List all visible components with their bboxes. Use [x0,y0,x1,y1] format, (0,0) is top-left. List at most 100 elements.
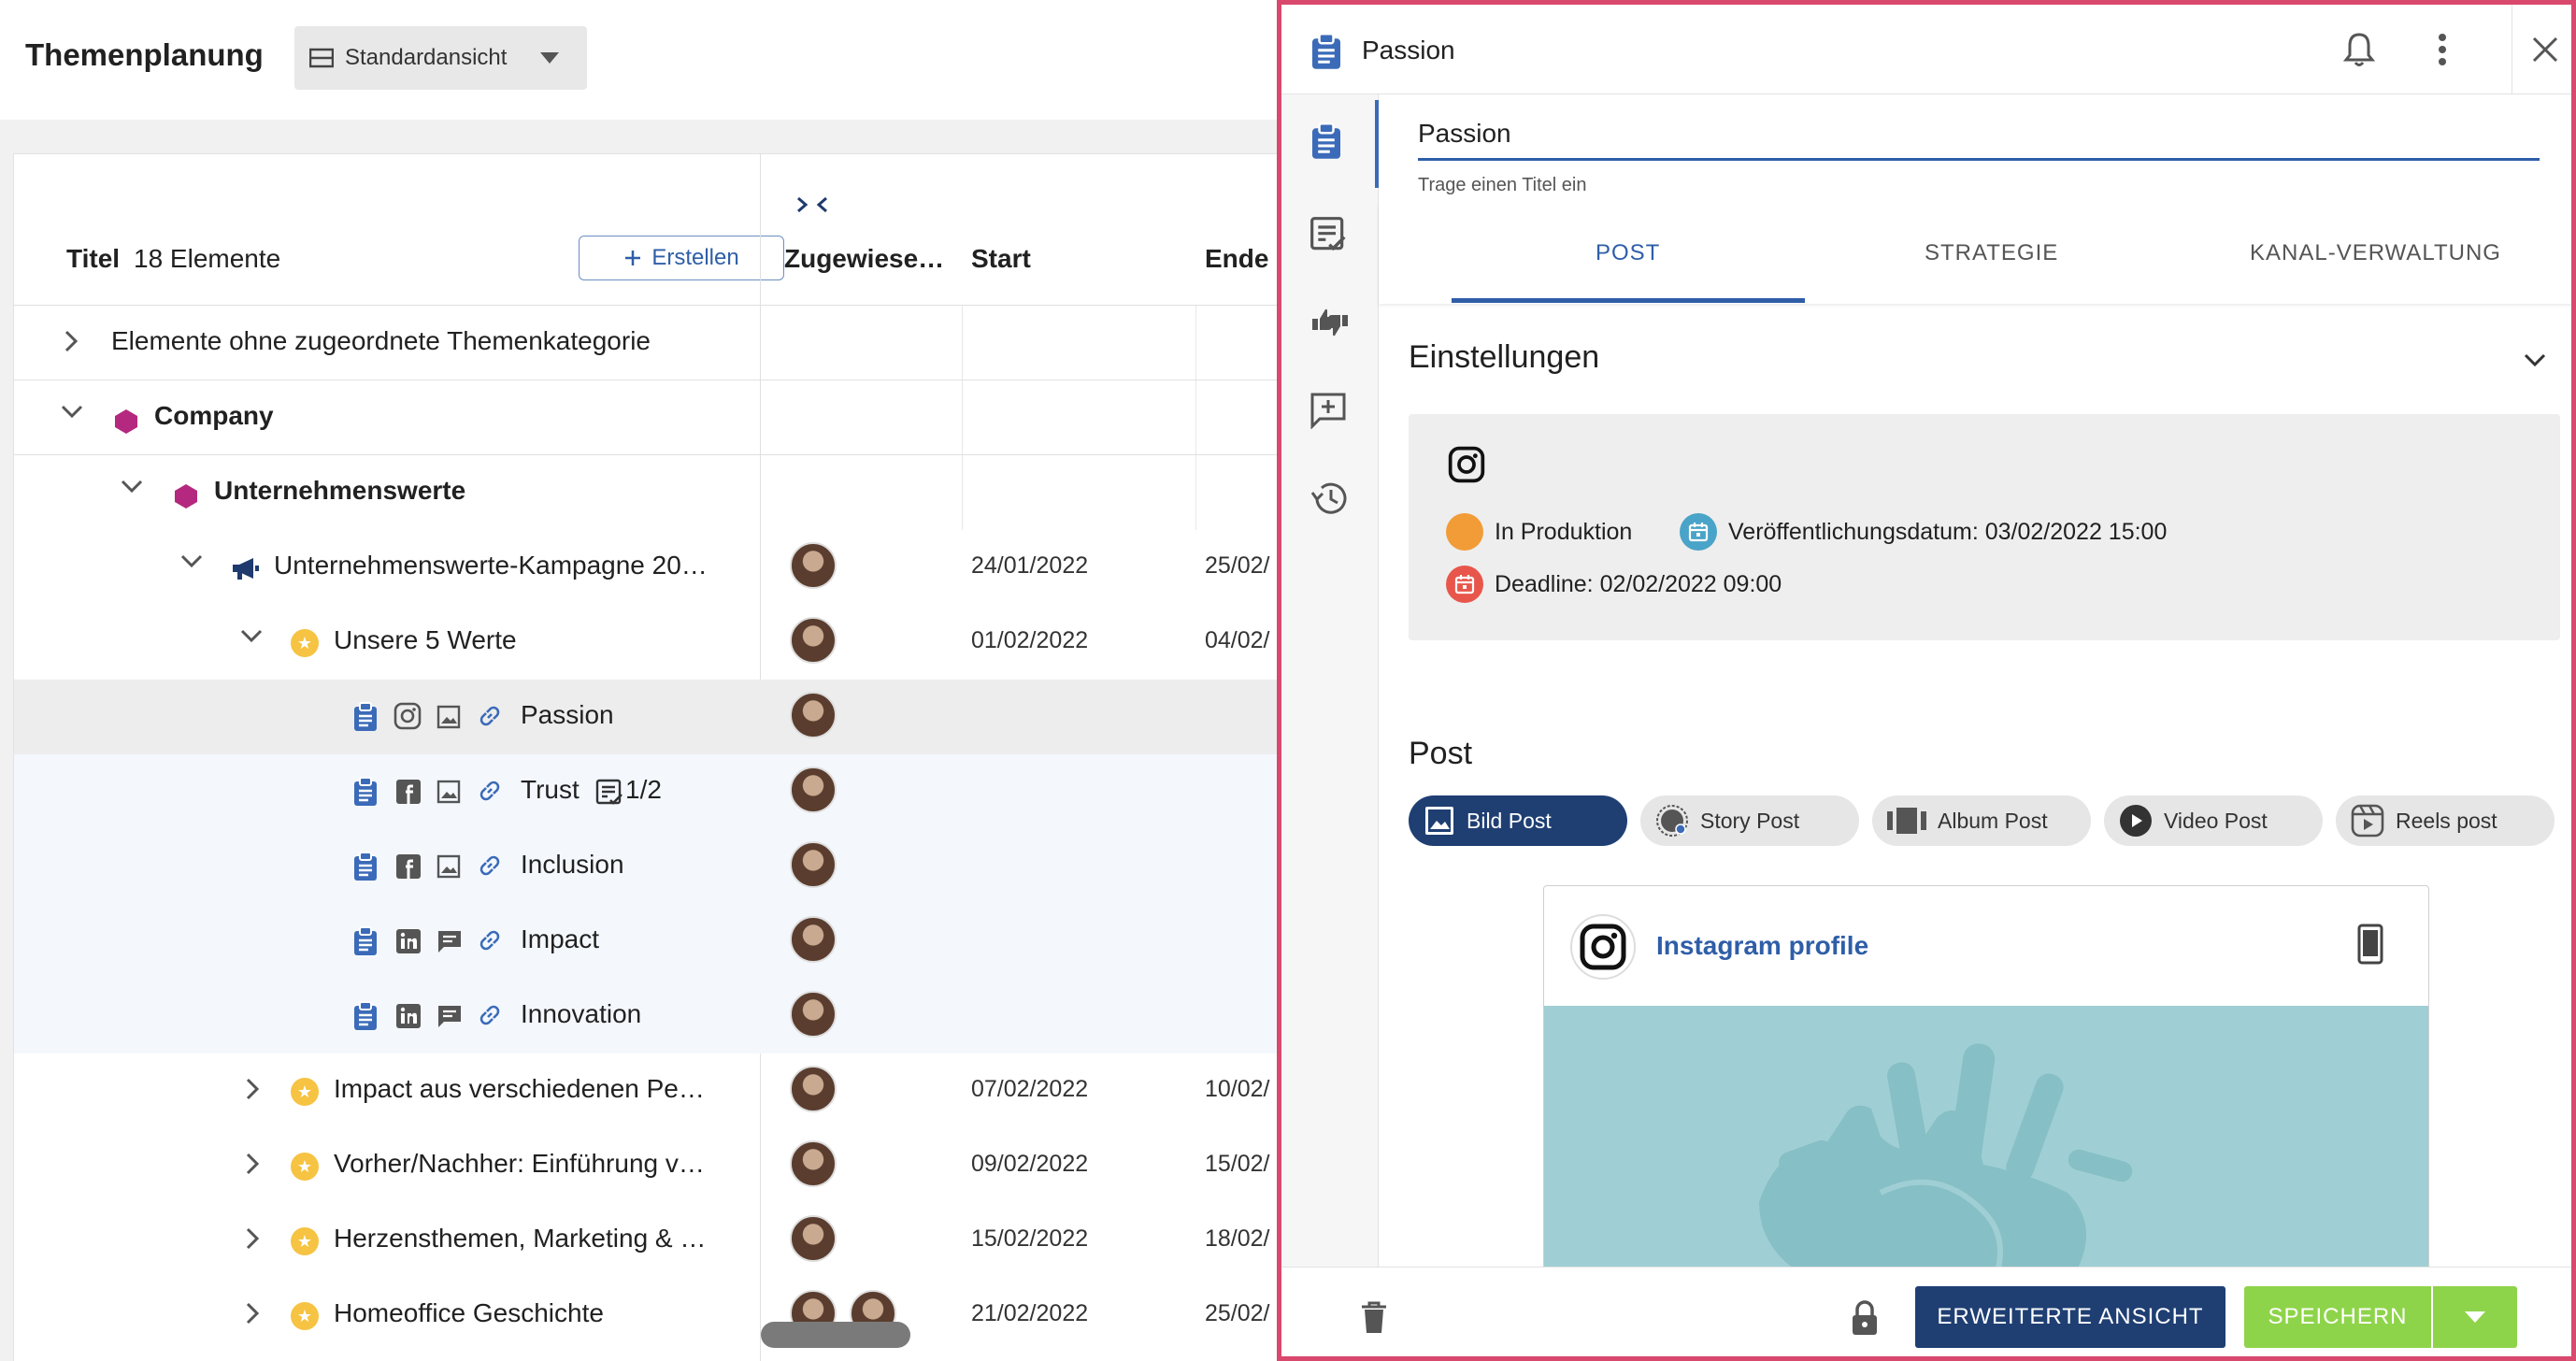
chevron-right-icon[interactable] [244,1225,261,1252]
avatar[interactable] [790,841,837,888]
settings-title: Einstellungen [1409,339,1600,375]
view-select[interactable]: Standardansicht [294,26,587,90]
link-icon[interactable] [476,1001,504,1029]
post-type-story[interactable]: Story Post [1640,795,1859,846]
post-type-bild[interactable]: Bild Post [1409,795,1627,846]
checklist-icon[interactable] [1309,216,1347,253]
table-row[interactable]: Company [14,380,1277,455]
history-icon[interactable] [1309,480,1349,517]
thumbs-up-down-icon[interactable] [1309,302,1351,343]
tab-strategie[interactable]: STRATEGIE [1925,240,2058,266]
linkedin-icon [396,929,421,953]
column-start-header[interactable]: Start [971,244,1031,274]
avatar[interactable] [790,1066,837,1112]
horizontal-scrollbar[interactable] [761,1322,910,1348]
avatar[interactable] [790,991,837,1038]
avatar[interactable] [790,1140,837,1187]
post-type-label: Bild Post [1467,808,1552,833]
more-vertical-icon[interactable] [2437,33,2448,66]
avatar[interactable] [790,916,837,963]
avatar[interactable] [790,692,837,738]
link-icon[interactable] [476,852,504,880]
mobile-phone-icon[interactable] [2357,924,2383,965]
save-dropdown-button[interactable] [2433,1286,2517,1348]
tab-kanal-verwaltung[interactable]: KANAL-VERWALTUNG [2250,240,2501,266]
column-end-header[interactable]: Ende [1205,244,1268,274]
table-row[interactable]: ★ Vorher/Nachher: Einführung v… 09/02/20… [14,1128,1277,1203]
clipboard-icon[interactable] [1309,122,1343,160]
detail-title: Passion [1362,36,1455,64]
column-assigned-header[interactable]: Zugewiese… [784,244,944,274]
start-date: 21/02/2022 [971,1300,1089,1326]
table-row-selected[interactable]: Passion [14,680,1277,754]
lock-icon[interactable] [1850,1299,1880,1337]
table-row[interactable]: Trust 1/2 [14,754,1277,829]
star-icon: ★ [291,1078,319,1106]
title-input[interactable]: Passion [1418,119,1511,149]
table-row[interactable]: Impact [14,904,1277,979]
chevron-down-icon[interactable] [179,552,205,569]
table-row[interactable]: ★ Impact aus verschiedenen Pe… 07/02/202… [14,1053,1277,1128]
page-title: Themenplanung [25,37,264,72]
chevron-right-icon[interactable] [63,328,79,354]
column-title-header[interactable]: Titel [66,244,120,274]
row-title: Unsere 5 Werte [334,625,517,654]
start-date: 01/02/2022 [971,627,1089,653]
trash-icon[interactable] [1360,1301,1388,1335]
table-row[interactable]: ★ Homeoffice Geschichte 21/02/2022 25/02… [14,1278,1277,1353]
settings-box: In Produktion Veröffentlichungsdatum: 03… [1409,414,2560,640]
row-title: Elemente ohne zugeordnete Themenkategori… [111,326,651,355]
album-icon [1887,808,1926,834]
table-row[interactable]: Unternehmenswerte-Kampagne 20… 24/01/202… [14,530,1277,605]
chevron-down-icon[interactable] [119,478,145,494]
advanced-view-button[interactable]: ERWEITERTE ANSICHT [1915,1286,2225,1348]
title-input-hint: Trage einen Titel ein [1418,175,1587,195]
link-icon[interactable] [476,702,504,730]
sidebar-active-indicator [1375,100,1379,188]
table-row[interactable]: Elemente ohne zugeordnete Themenkategori… [14,306,1277,380]
chevron-right-icon[interactable] [244,1300,261,1326]
preview-profile-name[interactable]: Instagram profile [1656,931,1868,961]
add-comment-icon[interactable] [1309,392,1347,429]
table-row[interactable]: ★ Herzensthemen, Marketing & … 15/02/202… [14,1203,1277,1278]
post-type-label: Reels post [2396,808,2497,833]
clipboard-icon [1312,33,1340,69]
status-text[interactable]: In Produktion [1495,519,1632,546]
close-button[interactable] [2512,5,2571,94]
avatar[interactable] [790,1215,837,1262]
end-date: 25/02/ [1205,1300,1270,1326]
post-type-video[interactable]: Video Post [2104,795,2323,846]
end-date: 18/02/ [1205,1225,1270,1252]
table-row[interactable]: Inclusion [14,829,1277,904]
tab-post[interactable]: POST [1596,240,1660,266]
chevron-down-icon[interactable] [2523,352,2547,367]
chevron-down-icon[interactable] [59,403,85,420]
avatar[interactable] [790,617,837,664]
chevron-down-icon[interactable] [238,627,265,644]
create-button[interactable]: Erstellen [579,236,784,280]
start-date: 07/02/2022 [971,1076,1089,1102]
avatar[interactable] [790,542,837,589]
deadline-calendar-icon [1446,566,1483,603]
post-type-reels[interactable]: Reels post [2336,795,2555,846]
chevron-right-icon[interactable] [244,1151,261,1177]
detail-tabs: POST STRATEGIE KANAL-VERWALTUNG [1379,203,2571,304]
detail-header: Passion [1281,5,2571,94]
table-row[interactable]: Unternehmenswerte [14,455,1277,530]
table-row[interactable]: Innovation [14,979,1277,1053]
end-date: 10/02/ [1205,1076,1270,1102]
end-date: 15/02/ [1205,1151,1270,1177]
post-type-album[interactable]: Album Post [1872,795,2091,846]
link-icon[interactable] [476,926,504,954]
save-button[interactable]: SPEICHERN [2244,1286,2431,1348]
deadline[interactable]: Deadline: 02/02/2022 09:00 [1495,571,1782,598]
table-row[interactable]: ★ Unsere 5 Werte 01/02/2022 04/02/ [14,605,1277,680]
instagram-icon [394,702,422,730]
publish-date[interactable]: Veröffentlichungsdatum: 03/02/2022 15:00 [1728,519,2167,546]
collapse-columns-icon[interactable] [795,195,829,214]
link-icon[interactable] [476,777,504,805]
avatar[interactable] [790,766,837,813]
clipboard-icon [354,852,377,881]
chevron-right-icon[interactable] [244,1076,261,1102]
bell-icon[interactable] [2341,31,2377,68]
